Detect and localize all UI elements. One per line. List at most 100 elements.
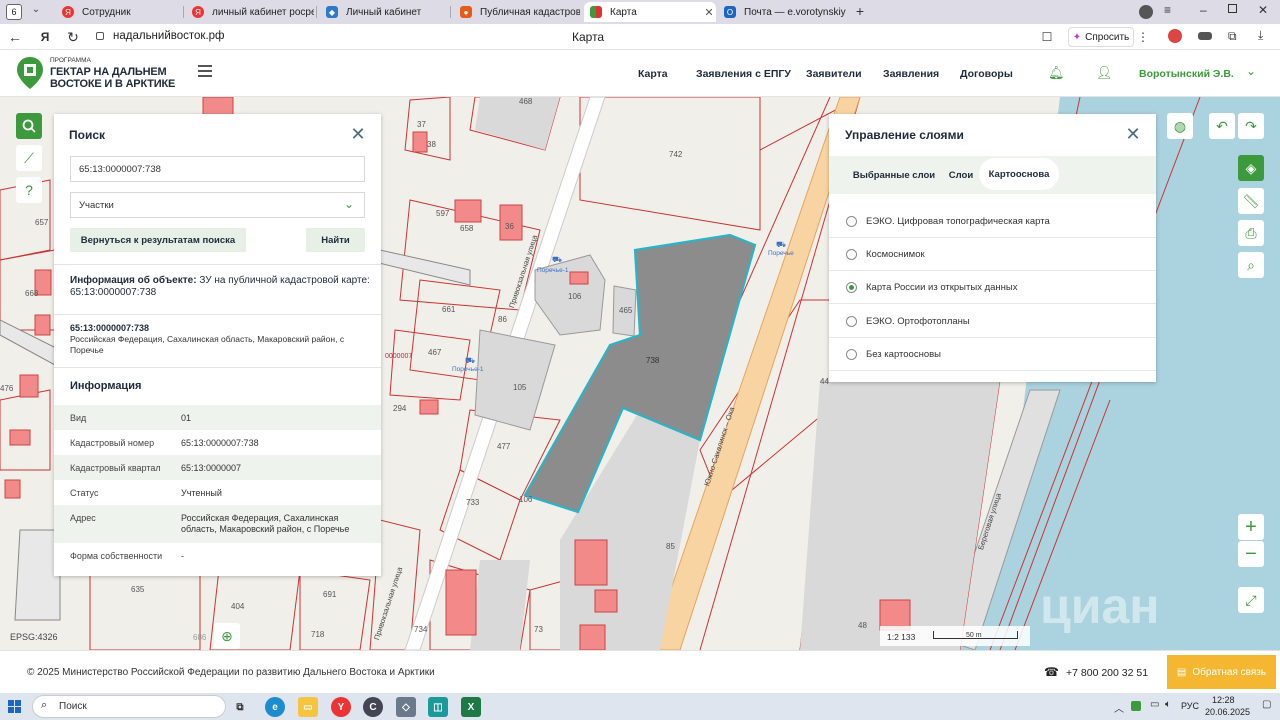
- help-button[interactable]: ?: [16, 177, 42, 203]
- language-indicator[interactable]: РУС: [1181, 701, 1199, 711]
- user-name[interactable]: Воротынский Э.В.: [1139, 68, 1234, 80]
- nav-map[interactable]: Карта: [638, 68, 668, 80]
- radio-button[interactable]: [846, 349, 857, 360]
- url-field[interactable]: надальнийвосток.рф: [113, 30, 225, 42]
- parcel-label-738[interactable]: 738: [646, 356, 659, 365]
- tab-list-chevron-icon[interactable]: ⌄: [28, 4, 44, 20]
- yandex-browser-icon[interactable]: Y: [331, 697, 351, 717]
- more-icon[interactable]: ⋮: [1134, 28, 1152, 46]
- globe-button[interactable]: ◍: [1167, 113, 1193, 139]
- close-tab-icon[interactable]: ✕: [702, 6, 716, 19]
- nav-epgu-applications[interactable]: Заявления с ЕПГУ: [696, 68, 791, 80]
- logo[interactable]: ПРОГРАММА ГЕКТАР НА ДАЛЬНЕМ ВОСТОКЕ И В …: [15, 56, 185, 92]
- clock-time[interactable]: 12:28: [1212, 695, 1235, 705]
- close-icon[interactable]: ✕: [1125, 125, 1141, 143]
- ask-button[interactable]: ✦ Спросить: [1068, 27, 1134, 47]
- app-icon[interactable]: ◇: [396, 697, 416, 717]
- hamburger-menu-icon[interactable]: [198, 65, 212, 77]
- bus-stop-icon[interactable]: ⛟: [552, 255, 562, 265]
- parcel-label: 85: [666, 542, 675, 551]
- browser-tab-sotrudnik[interactable]: Я Сотрудник: [56, 2, 182, 22]
- layers-button[interactable]: ◈: [1238, 155, 1264, 181]
- download-icon[interactable]: ⤓: [1258, 28, 1263, 43]
- extension-icon[interactable]: [1198, 32, 1212, 40]
- nav-applicants[interactable]: Заявители: [806, 68, 862, 80]
- basemap-option[interactable]: Карта России из открытых данных: [829, 271, 1156, 304]
- browser-tab-cabinet[interactable]: ◆ Личный кабинет: [320, 2, 448, 22]
- excel-icon[interactable]: X: [461, 697, 481, 717]
- tab-layers[interactable]: Слои: [943, 159, 979, 191]
- minimize-icon[interactable]: –: [1200, 3, 1207, 17]
- fullscreen-button[interactable]: ⤢: [1238, 587, 1264, 613]
- extension-icon[interactable]: [1168, 29, 1182, 43]
- new-tab-icon[interactable]: +: [852, 4, 868, 20]
- browser-tab-rosreestr-search[interactable]: Я личный кабинет росреест: [186, 2, 314, 22]
- explorer-icon[interactable]: ▭: [298, 697, 318, 717]
- tab-count-badge[interactable]: 6: [6, 4, 22, 20]
- clock-date[interactable]: 20.06.2025: [1205, 707, 1250, 717]
- radio-button-selected[interactable]: [846, 282, 857, 293]
- volume-icon[interactable]: 🔈︎: [1165, 699, 1171, 710]
- back-to-results-button[interactable]: Вернуться к результатам поиска: [70, 228, 246, 252]
- search-input[interactable]: 65:13:0000007:738: [70, 156, 365, 182]
- tray-chevron-icon[interactable]: ︿: [1114, 700, 1124, 715]
- bus-stop-icon[interactable]: ⛟: [776, 240, 786, 250]
- bus-stop-icon[interactable]: ⛟: [465, 356, 475, 366]
- basemap-option[interactable]: ЕЭКО. Ортофотопланы: [829, 305, 1156, 338]
- reload-icon[interactable]: ↻: [64, 28, 82, 46]
- radio-button[interactable]: [846, 249, 857, 260]
- close-window-icon[interactable]: ✕: [1258, 3, 1268, 17]
- edge-icon[interactable]: e: [265, 697, 285, 717]
- basemap-option[interactable]: Космоснимок: [829, 238, 1156, 271]
- network-icon[interactable]: ▭: [1150, 699, 1159, 710]
- collections-icon[interactable]: ⧉: [1228, 29, 1237, 44]
- user-icon[interactable]: 👤︎: [1096, 65, 1113, 81]
- nav-contracts[interactable]: Договоры: [960, 68, 1013, 80]
- redo-button[interactable]: ↷: [1238, 113, 1264, 139]
- search-tool-button[interactable]: [16, 113, 42, 139]
- parcel-label: 106: [519, 495, 533, 504]
- chevron-down-icon[interactable]: ⌄: [1246, 64, 1256, 78]
- tray-app-icon[interactable]: [1131, 701, 1141, 711]
- restore-icon[interactable]: [1228, 4, 1237, 13]
- tab-basemap[interactable]: Картооснова: [979, 158, 1059, 190]
- find-button[interactable]: Найти: [306, 228, 365, 252]
- basemap-option[interactable]: ЕЭКО. Цифровая топографическая карта: [829, 205, 1156, 238]
- nav-applications[interactable]: Заявления: [883, 68, 939, 80]
- search-area-button[interactable]: ⌕: [1238, 252, 1264, 278]
- radio-button[interactable]: [846, 216, 857, 227]
- back-arrow-icon[interactable]: ←: [6, 28, 24, 46]
- radio-button[interactable]: [846, 316, 857, 327]
- zoom-in-button[interactable]: +: [1238, 514, 1264, 540]
- ruler-button[interactable]: 📏︎: [1238, 188, 1264, 214]
- object-type-select[interactable]: Участки ⌄: [70, 192, 365, 218]
- browser-tab-pkk[interactable]: ● Публичная кадастровая: [454, 2, 580, 22]
- tab-selected-layers[interactable]: Выбранные слои: [847, 159, 941, 191]
- undo-button[interactable]: ↶: [1209, 113, 1235, 139]
- profile-icon[interactable]: [1139, 5, 1153, 19]
- close-icon[interactable]: ✕: [350, 125, 366, 143]
- chromium-icon[interactable]: C: [363, 697, 383, 717]
- task-view-icon[interactable]: ⧉: [230, 697, 250, 717]
- zoom-out-button[interactable]: −: [1238, 541, 1264, 567]
- taskbar-search-box[interactable]: ⌕ Поиск: [32, 695, 226, 718]
- browser-menu-icon[interactable]: ≡: [1164, 3, 1171, 17]
- ask-icon: ✦: [1072, 31, 1082, 43]
- draw-tool-button[interactable]: ⟋: [16, 145, 42, 171]
- notifications-icon[interactable]: ▢: [1262, 699, 1271, 710]
- bookmark-icon[interactable]: ☐: [1038, 28, 1056, 46]
- yandex-home-icon[interactable]: Я: [36, 28, 54, 46]
- windows-start-icon[interactable]: [8, 700, 21, 713]
- map-canvas[interactable]: 468 742 37 38 597 658 36 106 465 738 661…: [0, 97, 1280, 650]
- zoom-to-object-button[interactable]: ⊕: [214, 623, 240, 649]
- phone-link[interactable]: +7 800 200 32 51: [1066, 667, 1148, 679]
- yandex-icon: Я: [192, 6, 204, 18]
- app-icon[interactable]: ◫: [428, 697, 448, 717]
- feedback-button[interactable]: ▤ Обратная связь: [1167, 655, 1276, 689]
- notification-bell-icon[interactable]: 🔔︎: [1048, 65, 1065, 81]
- print-button[interactable]: ⎙: [1238, 220, 1264, 246]
- parcel-label: 73: [534, 625, 543, 634]
- browser-tab-mail[interactable]: O Почта — e.vorotynskiy@: [718, 2, 846, 22]
- basemap-option[interactable]: Без картоосновы: [829, 338, 1156, 371]
- browser-tab-map[interactable]: Карта ✕: [584, 2, 716, 22]
